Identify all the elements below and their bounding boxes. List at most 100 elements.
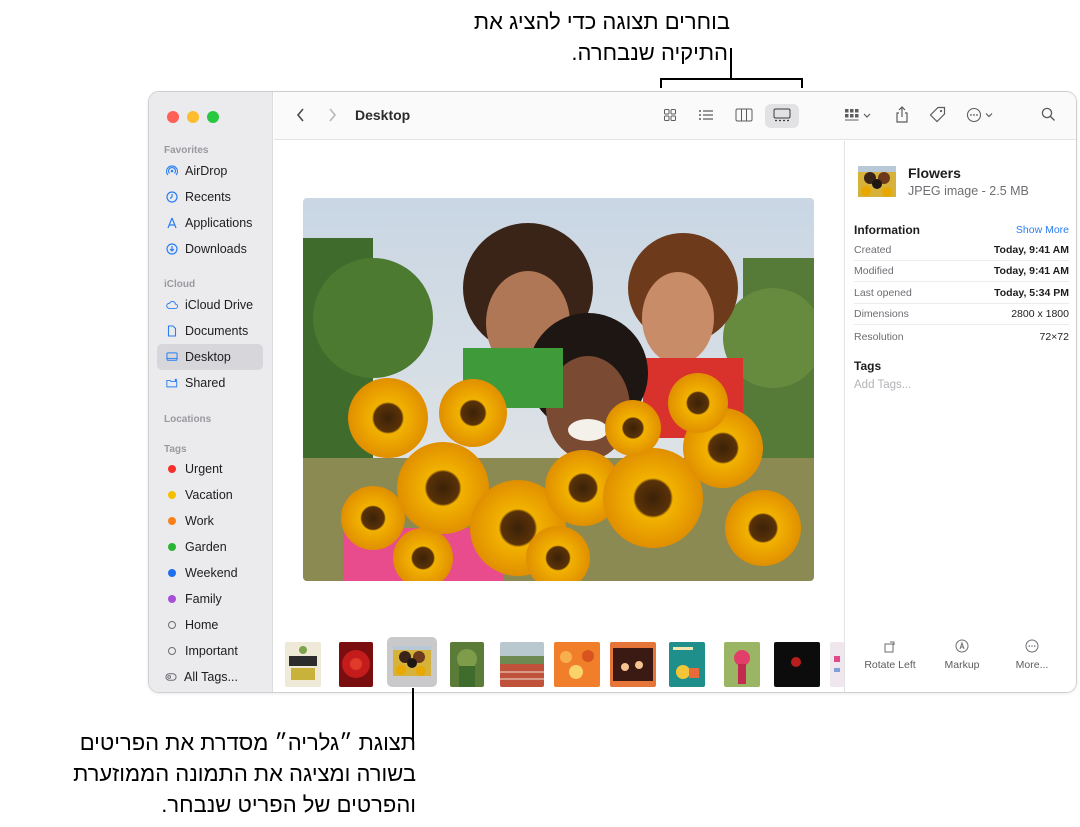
- callout-top-line2: התיקיה שנבחרה.: [571, 40, 728, 65]
- thumbnail-pink-dancer[interactable]: [724, 642, 760, 687]
- column-view-icon: [735, 108, 753, 125]
- markup-button[interactable]: Markup: [927, 639, 997, 671]
- section-tags: Tags: [164, 444, 187, 455]
- toolbar: Desktop: [274, 92, 1076, 140]
- sidebar-item-documents[interactable]: Documents: [157, 318, 263, 344]
- information-heading: Information: [854, 223, 920, 237]
- tag-icon: [929, 106, 946, 126]
- sidebar-tag-work[interactable]: Work: [157, 508, 263, 534]
- sidebar-tag-garden[interactable]: Garden: [157, 534, 263, 560]
- info-value: Today, 9:41 AM: [993, 244, 1069, 256]
- sidebar: Favorites AirDrop Recents Applications D…: [149, 92, 273, 692]
- thumbnail-stage[interactable]: [610, 642, 656, 687]
- tag-empty-dot: [168, 647, 176, 655]
- thumbnail-red-flower[interactable]: [339, 642, 373, 687]
- callout-bottom: תצוגת ״גלריה״ מסדרת את הפריטים בשורה ומצ…: [4, 727, 416, 820]
- tag-button[interactable]: [925, 104, 949, 128]
- sidebar-item-label: Garden: [185, 540, 227, 554]
- section-icloud: iCloud: [164, 279, 196, 290]
- callout-top: בוחרים תצוגה כדי להציג את התיקיה שנבחרה.: [380, 6, 730, 68]
- view-gallery-button[interactable]: [765, 104, 799, 128]
- show-more-link[interactable]: Show More: [1016, 224, 1069, 236]
- search-button[interactable]: [1036, 104, 1060, 128]
- info-value: 2800 x 1800: [1011, 308, 1069, 320]
- sidebar-item-label: Weekend: [185, 566, 238, 580]
- share-button[interactable]: [891, 104, 913, 128]
- more-icon: [997, 639, 1067, 659]
- info-row-resolution: Resolution 72×72: [854, 326, 1069, 347]
- sidebar-item-airdrop[interactable]: AirDrop: [157, 158, 263, 184]
- info-row-dimensions: Dimensions 2800 x 1800: [854, 304, 1069, 325]
- file-thumbnail: [858, 166, 896, 197]
- sidebar-item-applications[interactable]: Applications: [157, 210, 263, 236]
- zoom-button[interactable]: [207, 111, 219, 123]
- info-row-last-opened: Last opened Today, 5:34 PM: [854, 283, 1069, 304]
- sidebar-tag-vacation[interactable]: Vacation: [157, 482, 263, 508]
- tag-color-dot: [168, 569, 176, 577]
- callout-bottom-line2: בשורה ומציגה את התמונה הממוזערת: [73, 761, 416, 786]
- rotate-left-icon: [855, 639, 925, 659]
- clock-icon: [166, 191, 178, 203]
- tag-color-dot: [168, 517, 176, 525]
- sidebar-tag-urgent[interactable]: Urgent: [157, 456, 263, 482]
- thumbnail-flowers-selected[interactable]: [387, 637, 437, 687]
- forward-button[interactable]: [320, 104, 344, 128]
- window-controls: [167, 111, 219, 123]
- tag-color-dot: [168, 595, 176, 603]
- sidebar-tag-home[interactable]: Home: [157, 612, 263, 638]
- add-tags-field[interactable]: Add Tags...: [854, 379, 911, 391]
- info-key: Last opened: [854, 287, 912, 299]
- callout-top-stem: [730, 48, 732, 79]
- icon-view-icon: [663, 108, 677, 125]
- window-title: Desktop: [355, 107, 411, 123]
- tag-color-dot: [168, 491, 176, 499]
- info-key: Resolution: [854, 330, 904, 343]
- thumbnail-race-track[interactable]: [500, 642, 544, 687]
- gallery-preview-photo[interactable]: [303, 198, 814, 581]
- view-list-button[interactable]: [693, 104, 719, 128]
- more-actions-button[interactable]: More...: [997, 639, 1067, 671]
- thumbnail-district-poster[interactable]: [285, 642, 321, 687]
- thumbnail-teal-poster[interactable]: [669, 642, 705, 687]
- sidebar-item-shared[interactable]: Shared: [157, 370, 263, 396]
- more-circle-icon: [966, 107, 996, 126]
- search-icon: [1041, 107, 1056, 125]
- section-locations[interactable]: Locations: [164, 414, 211, 425]
- action-menu-button[interactable]: [963, 104, 999, 128]
- group-by-button[interactable]: [838, 104, 878, 128]
- sidebar-item-label: iCloud Drive: [185, 298, 254, 312]
- page: בוחרים תצוגה כדי להציג את התיקיה שנבחרה.…: [0, 0, 1080, 827]
- minimize-button[interactable]: [187, 111, 199, 123]
- sidebar-item-label: Applications: [185, 216, 253, 230]
- sidebar-all-tags[interactable]: All Tags...: [157, 664, 263, 690]
- view-columns-button[interactable]: [731, 104, 757, 128]
- sidebar-item-desktop[interactable]: Desktop: [157, 344, 263, 370]
- callout-bottom-line3: והפרטים של הפריט שנבחר.: [161, 792, 416, 817]
- close-button[interactable]: [167, 111, 179, 123]
- more-label: More...: [1015, 659, 1049, 671]
- sidebar-item-label: Important: [185, 644, 238, 658]
- sidebar-item-label: Work: [185, 514, 214, 528]
- info-key: Dimensions: [854, 308, 909, 320]
- sidebar-item-icloud-drive[interactable]: iCloud Drive: [157, 292, 263, 318]
- sidebar-tag-weekend[interactable]: Weekend: [157, 560, 263, 586]
- sidebar-item-recents[interactable]: Recents: [157, 184, 263, 210]
- sidebar-item-label: Family: [185, 592, 222, 606]
- rotate-left-button[interactable]: Rotate Left: [855, 639, 925, 671]
- thumbnail-dark-portrait[interactable]: [774, 642, 820, 687]
- view-icons-button[interactable]: [657, 104, 683, 128]
- info-value: Today, 5:34 PM: [994, 287, 1069, 299]
- thumbnail-partial[interactable]: [830, 642, 844, 687]
- list-view-icon: [698, 108, 714, 124]
- tag-color-dot: [168, 543, 176, 551]
- sidebar-item-label: Vacation: [185, 488, 233, 502]
- sidebar-tag-important[interactable]: Important: [157, 638, 263, 664]
- thumbnail-plant-portrait[interactable]: [450, 642, 484, 687]
- rotate-left-label: Rotate Left: [864, 659, 916, 671]
- sidebar-item-downloads[interactable]: Downloads: [157, 236, 263, 262]
- thumbnail-orange-collage[interactable]: [554, 642, 600, 687]
- sidebar-tag-family[interactable]: Family: [157, 586, 263, 612]
- sidebar-item-label: Home: [185, 618, 219, 632]
- back-button[interactable]: [288, 104, 312, 128]
- sidebar-item-label: AirDrop: [185, 164, 228, 178]
